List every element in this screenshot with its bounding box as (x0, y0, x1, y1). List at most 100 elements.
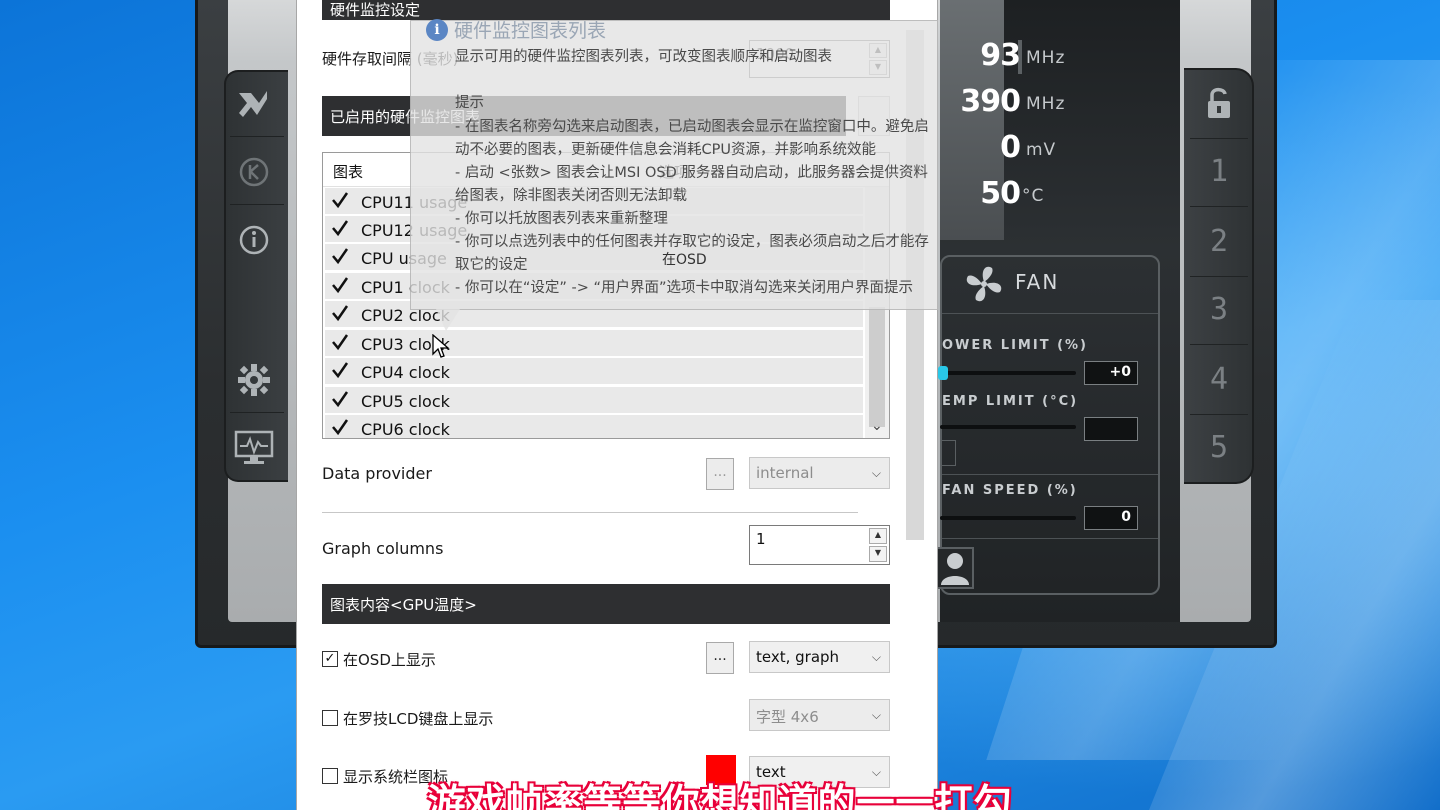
tooltip-title: i 硬件监控图表列表 (426, 16, 606, 43)
power-limit-label: OWER LIMIT (%) (942, 338, 1089, 353)
show-on-logitech-lcd-label: 在罗技LCD键盘上显示 (343, 710, 494, 728)
column-graph[interactable]: 图表 (333, 163, 363, 181)
profile-2-button[interactable]: 2 (1196, 224, 1242, 259)
profile-1-button[interactable]: 1 (1196, 154, 1242, 189)
tooltip-line: 提示 (455, 95, 484, 111)
fan-label: FAN (1015, 270, 1060, 294)
list-item[interactable]: CPU5 clock (325, 387, 863, 414)
toolbar-separator (230, 412, 284, 413)
show-on-logitech-lcd-checkbox[interactable] (322, 710, 338, 726)
data-provider-select[interactable]: internal ⌵ (749, 457, 890, 489)
toolbar-separator (1190, 276, 1248, 277)
tooltip-line: 显示可用的硬件监控图表列表，可改变图表顺序和启动图表 (455, 49, 832, 65)
chevron-down-icon: ⌵ (871, 708, 881, 722)
memory-clock-readout: 390 (960, 84, 1021, 119)
data-provider-label: Data provider (322, 464, 432, 483)
list-item[interactable]: CPU4 clock (325, 358, 863, 385)
list-item[interactable]: CPU3 clock (325, 330, 863, 357)
user-define-button[interactable] (936, 547, 974, 589)
voltage-readout: 0 (1000, 130, 1021, 165)
fan-speed-value[interactable]: 0 (1084, 506, 1138, 530)
video-subtitle: 游戏帧率等等你想知道的一一打勾 (427, 781, 1013, 810)
show-in-osd-checkbox[interactable]: ✓ (322, 651, 338, 667)
power-limit-value[interactable]: +0 (1084, 361, 1138, 385)
temperature-readout: 50 (980, 176, 1021, 211)
msi-logo-icon[interactable] (234, 84, 274, 124)
toolbar-separator (1190, 344, 1248, 345)
list-item-label: CPU5 clock (361, 392, 450, 411)
checkmark-icon[interactable] (331, 219, 349, 237)
checkmark-icon[interactable] (331, 390, 349, 408)
graph-columns-value: 1 (756, 530, 766, 548)
chevron-down-icon: ⌵ (871, 466, 881, 480)
toolbar-separator (1190, 414, 1248, 415)
list-scrollbar-thumb[interactable] (869, 307, 885, 427)
osd-display-mode-select[interactable]: text, graph ⌵ (749, 641, 890, 673)
unlock-icon[interactable] (1204, 86, 1234, 120)
kombustor-icon[interactable] (234, 152, 274, 192)
voltage-unit: mV (1026, 140, 1057, 160)
profile-3-button[interactable]: 3 (1196, 292, 1242, 327)
fan-speed-label: FAN SPEED (%) (942, 483, 1078, 498)
spin-up-icon[interactable]: ▲ (869, 528, 887, 544)
spin-down-icon[interactable]: ▼ (869, 546, 887, 562)
info-icon[interactable] (234, 220, 274, 260)
graph-columns-spinner[interactable]: ▲ ▼ (869, 528, 887, 562)
checkmark-icon[interactable] (331, 247, 349, 265)
chevron-down-icon: ⌵ (871, 650, 881, 664)
link-toggle[interactable] (940, 440, 956, 466)
checkmark-icon[interactable] (331, 191, 349, 209)
divider (322, 512, 858, 513)
data-provider-value: internal (756, 464, 814, 482)
list-item-label: CPU4 clock (361, 363, 450, 382)
afterburner-left-toolbar (224, 70, 288, 482)
tooltip-pointer (436, 309, 460, 331)
toolbar-separator (1190, 138, 1248, 139)
list-item[interactable]: CPU6 clock (325, 415, 863, 439)
checkmark-icon[interactable] (331, 361, 349, 379)
checkmark-icon[interactable] (331, 276, 349, 294)
profile-5-button[interactable]: 5 (1196, 430, 1242, 465)
graph-content-header: 图表内容<GPU温度> (322, 584, 890, 624)
data-provider-browse-button[interactable]: ... (706, 458, 734, 490)
show-in-osd-label: 在OSD上显示 (343, 651, 436, 669)
tooltip-osd-text: 在OSD (662, 252, 707, 268)
tooltip-line: - 启动 <张数> 图表会让MSI OSD 服务器自动启动，此服务器会提供资料 (455, 165, 928, 181)
fan-separator (942, 538, 1158, 539)
fan-icon (966, 266, 1002, 302)
profile-4-button[interactable]: 4 (1196, 362, 1242, 397)
temperature-unit: °C (1022, 186, 1045, 206)
core-clock-unit: MHz (1026, 48, 1066, 68)
toolbar-separator (230, 204, 284, 205)
power-limit-slider[interactable] (940, 371, 1076, 375)
lcd-font-select[interactable]: 字型 4x6 ⌵ (749, 699, 890, 731)
scroll-down-icon[interactable]: ⌄ (871, 418, 883, 434)
temp-limit-value[interactable] (1084, 417, 1138, 441)
graph-columns-input[interactable]: 1 ▲ ▼ (749, 525, 890, 565)
memory-clock-unit: MHz (1026, 94, 1066, 114)
tooltip-line: 给图表，除非图表关闭否则无法卸载 (455, 188, 687, 204)
fan-separator (942, 313, 1158, 314)
graph-columns-label: Graph columns (322, 539, 444, 558)
tooltip-line: 动不必要的图表，更新硬件信息会消耗CPU资源，并影响系统效能 (455, 142, 876, 158)
osd-properties-button[interactable]: ... (706, 642, 734, 674)
tooltip-line: - 在图表名称旁勾选来启动图表，已启动图表会显示在监控窗口中。避免启 (455, 119, 929, 135)
user-icon (941, 553, 969, 585)
list-item-label: CPU6 clock (361, 420, 450, 439)
checkmark-icon[interactable] (331, 304, 349, 322)
checkmark-icon[interactable] (331, 418, 349, 436)
tooltip-line: - 你可以点选列表中的任何图表并存取它的设定，图表必须启动之后才能存 (455, 234, 929, 250)
settings-gear-icon[interactable] (234, 360, 274, 400)
monitor-icon[interactable] (234, 428, 274, 468)
tooltip-line: 取它的设定 (455, 257, 528, 273)
checkmark-icon[interactable] (331, 333, 349, 351)
temp-limit-slider[interactable] (940, 425, 1076, 429)
fan-speed-slider[interactable] (940, 516, 1076, 520)
fan-separator (942, 474, 1158, 475)
toolbar-separator (1190, 206, 1248, 207)
tooltip-line: - 你可以托放图表列表来重新整理 (455, 211, 668, 227)
temp-limit-label: EMP LIMIT (°C) (942, 394, 1079, 409)
tooltip-line: - 你可以在“设定” -> “用户界面”选项卡中取消勾选来关闭用户界面提示 (455, 280, 913, 296)
lcd-font-value: 字型 4x6 (756, 708, 819, 726)
power-limit-slider-thumb[interactable] (938, 366, 948, 380)
